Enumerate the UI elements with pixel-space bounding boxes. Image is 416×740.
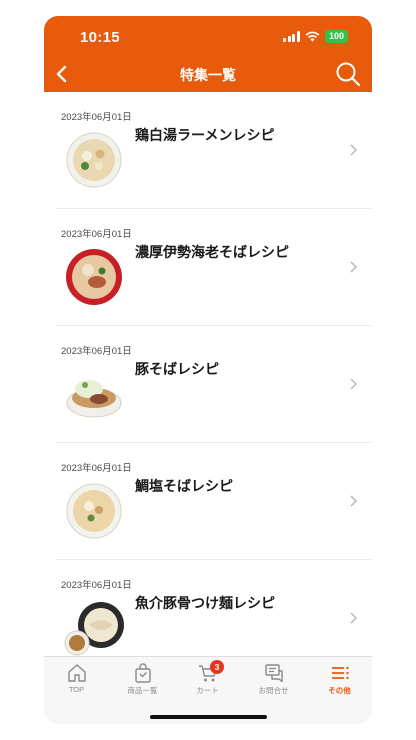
article-title: 鯛塩そばレシピ bbox=[135, 478, 233, 494]
list-item[interactable]: 2023年06月01日 魚介豚骨つけ麺レシピ bbox=[56, 560, 372, 656]
chevron-right-icon bbox=[350, 612, 358, 624]
tab-label: カート bbox=[196, 686, 219, 695]
article-date: 2023年06月01日 bbox=[61, 580, 132, 591]
article-date: 2023年06月01日 bbox=[61, 463, 132, 474]
chevron-right-icon bbox=[350, 261, 358, 273]
tab-top[interactable]: TOP bbox=[44, 663, 109, 703]
article-date: 2023年06月01日 bbox=[61, 112, 132, 123]
tab-label: TOP bbox=[68, 685, 85, 694]
chat-icon bbox=[264, 664, 283, 683]
tab-cart[interactable]: 3 カート bbox=[175, 660, 240, 703]
list-item[interactable]: 2023年06月01日 豚そばレシピ bbox=[56, 326, 372, 443]
home-icon bbox=[67, 664, 86, 682]
tsukemen-thumbnail bbox=[64, 602, 124, 656]
home-indicator bbox=[150, 715, 267, 719]
article-title: 濃厚伊勢海老そばレシピ bbox=[135, 244, 289, 260]
article-title: 豚そばレシピ bbox=[135, 361, 219, 377]
list-item[interactable]: 2023年06月01日 濃厚伊勢海老そばレシピ bbox=[56, 209, 372, 326]
battery-indicator: 100 bbox=[324, 30, 348, 43]
list-item[interactable]: 2023年06月01日 鶏白湯ラーメンレシピ bbox=[56, 92, 372, 209]
tab-bar: TOP 商品一覧 3 カート お問合せ その他 bbox=[44, 656, 372, 724]
status-icons: 100 bbox=[283, 30, 348, 43]
article-date: 2023年06月01日 bbox=[61, 229, 132, 240]
article-list: 2023年06月01日 鶏白湯ラーメンレシピ 2023年06月01日 濃厚伊勢海… bbox=[44, 92, 372, 656]
chevron-right-icon bbox=[350, 144, 358, 156]
tab-other[interactable]: その他 bbox=[307, 663, 372, 703]
tab-label: その他 bbox=[328, 686, 351, 695]
chevron-right-icon bbox=[350, 495, 358, 507]
page-title: 特集一覧 bbox=[180, 67, 236, 83]
status-time: 10:15 bbox=[80, 29, 120, 46]
ramen-thumbnail bbox=[66, 483, 122, 539]
signal-icon bbox=[283, 31, 300, 42]
tab-label: 商品一覧 bbox=[127, 686, 158, 695]
article-date: 2023年06月01日 bbox=[61, 346, 132, 357]
phone-screen: 10:15 100 特集一覧 2023年06月01日 鶏白湯ラーメンレシピ 20… bbox=[44, 16, 372, 724]
article-title: 魚介豚骨つけ麺レシピ bbox=[135, 595, 275, 611]
search-icon[interactable] bbox=[334, 60, 362, 88]
article-title: 鶏白湯ラーメンレシピ bbox=[135, 127, 275, 143]
chevron-right-icon bbox=[350, 378, 358, 390]
tab-contact[interactable]: お問合せ bbox=[241, 663, 306, 703]
ramen-thumbnail bbox=[66, 380, 122, 418]
cart-badge: 3 bbox=[210, 660, 224, 674]
ramen-thumbnail bbox=[66, 249, 122, 305]
tab-products[interactable]: 商品一覧 bbox=[110, 663, 175, 703]
list-item[interactable]: 2023年06月01日 鯛塩そばレシピ bbox=[56, 443, 372, 560]
tab-label: お問合せ bbox=[258, 686, 289, 695]
shopping-bag-icon bbox=[134, 663, 151, 683]
wifi-icon bbox=[305, 31, 320, 42]
menu-icon bbox=[331, 666, 349, 680]
ramen-thumbnail bbox=[66, 132, 122, 188]
